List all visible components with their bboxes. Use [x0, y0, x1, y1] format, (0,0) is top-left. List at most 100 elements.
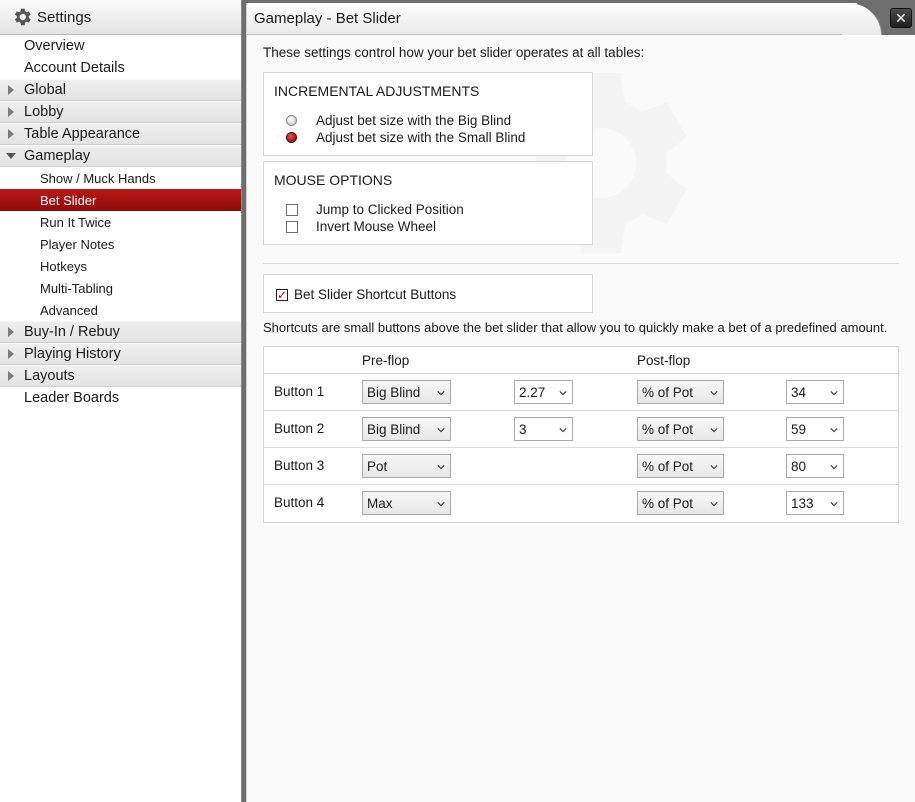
shortcut-toggle-box: ✓ Bet Slider Shortcut Buttons: [263, 274, 593, 313]
mouse-options-title: MOUSE OPTIONS: [274, 172, 393, 188]
sidebar-item-global[interactable]: Global: [0, 79, 241, 101]
expanded-arrow-icon[interactable]: [6, 153, 16, 159]
shortcut-table-header: Pre-flop Post-flop: [264, 347, 898, 374]
settings-nav: Overview Account Details Global Lobby Table …: [0, 35, 241, 409]
table-row: Button 3 Pot % of Pot 80: [264, 448, 898, 485]
postflop-value: 34: [791, 384, 807, 400]
sidebar-item-bet-slider[interactable]: Bet Slider: [0, 189, 241, 211]
sidebar-item-label: Bet Slider: [40, 192, 97, 208]
postflop-type-select[interactable]: % of Pot: [637, 491, 724, 515]
sidebar-header: Settings: [0, 0, 241, 35]
checkbox-invert-wheel[interactable]: Invert Mouse Wheel: [286, 219, 436, 234]
shortcut-table-body: Button 1 Big Blind 2.27% of Pot 34 Button 2B…: [264, 374, 898, 522]
preflop-type-value: Big Blind: [367, 421, 421, 437]
sidebar-item-gameplay[interactable]: Gameplay: [0, 145, 241, 167]
postflop-value-select[interactable]: 133: [786, 491, 844, 515]
close-icon: ✕: [895, 9, 907, 26]
checkbox-invert-indicator[interactable]: [286, 220, 298, 233]
sidebar-item-label: Multi-Tabling: [40, 280, 113, 296]
sidebar-item-table-appearance[interactable]: Table Appearance: [0, 123, 241, 145]
radio-big-blind[interactable]: Adjust bet size with the Big Blind: [286, 113, 511, 128]
preflop-type-select[interactable]: Big Blind: [362, 417, 451, 441]
sidebar-item-label: Account Details: [24, 60, 125, 76]
postflop-type-select[interactable]: % of Pot: [637, 454, 724, 478]
table-row: Button 1 Big Blind 2.27 % of Pot 34: [264, 374, 898, 411]
preflop-value: 3: [519, 421, 527, 437]
postflop-value: 133: [791, 495, 814, 511]
collapsed-arrow-icon[interactable]: [8, 107, 14, 117]
preflop-type-select[interactable]: Max: [362, 491, 451, 515]
preflop-type-select[interactable]: Pot: [362, 454, 451, 478]
sidebar-item-buy-in-rebuy[interactable]: Buy-In / Rebuy: [0, 321, 241, 343]
sidebar-item-label: Buy-In / Rebuy: [24, 324, 120, 340]
sidebar-item-label: Player Notes: [40, 236, 115, 252]
postflop-value: 59: [791, 421, 807, 437]
radio-big-blind-label: Adjust bet size with the Big Blind: [316, 113, 512, 128]
table-row: Button 2 Big Blind 3 % of Pot 59: [264, 411, 898, 448]
collapsed-arrow-icon[interactable]: [8, 129, 14, 139]
checkbox-jump-indicator[interactable]: [286, 203, 298, 216]
preflop-header: Pre-flop: [362, 353, 410, 368]
collapsed-arrow-icon[interactable]: [8, 349, 14, 359]
sidebar-item-label: Global: [24, 82, 66, 98]
sidebar-item-multi-tabling[interactable]: Multi-Tabling: [0, 277, 241, 299]
postflop-value-select[interactable]: 59: [786, 417, 844, 441]
postflop-value: 80: [791, 458, 807, 474]
postflop-type-value: % of Pot: [642, 495, 694, 511]
row-label: Button 4: [274, 495, 325, 510]
page-title: Gameplay - Bet Slider: [254, 10, 401, 27]
sidebar-item-leader-boards[interactable]: Leader Boards: [0, 387, 241, 409]
sidebar-item-label: Overview: [24, 38, 85, 54]
main-header: Gameplay - Bet Slider: [247, 3, 915, 35]
preflop-value: 2.27: [519, 384, 546, 400]
sidebar-item-label: Table Appearance: [24, 126, 141, 142]
row-label: Button 1: [274, 384, 325, 399]
postflop-value-select[interactable]: 80: [786, 454, 844, 478]
section-divider: [263, 263, 899, 264]
preflop-type-value: Pot: [367, 458, 388, 474]
sidebar-item-label: Run It Twice: [40, 214, 112, 230]
preflop-type-value: Max: [367, 495, 393, 511]
mouse-options-box: MOUSE OPTIONS Jump to Clicked Position I…: [263, 161, 593, 245]
checkbox-shortcut-buttons[interactable]: ✓ Bet Slider Shortcut Buttons: [276, 287, 456, 302]
sidebar-item-label: Lobby: [24, 104, 64, 120]
sidebar-item-account-details[interactable]: Account Details: [0, 57, 241, 79]
settings-sidebar: Settings Overview Account Details Global Lo…: [0, 0, 242, 802]
sidebar-item-label: Show / Muck Hands: [40, 170, 156, 186]
sidebar-item-player-notes[interactable]: Player Notes: [0, 233, 241, 255]
postflop-type-select[interactable]: % of Pot: [637, 380, 724, 404]
gear-icon: [11, 6, 33, 28]
sidebar-item-playing-history[interactable]: Playing History: [0, 343, 241, 365]
checkbox-jump-label: Jump to Clicked Position: [316, 202, 464, 217]
radio-big-blind-indicator[interactable]: [286, 115, 297, 126]
postflop-value-select[interactable]: 34: [786, 380, 844, 404]
sidebar-item-show-muck-hands[interactable]: Show / Muck Hands: [0, 167, 241, 189]
sidebar-item-hotkeys[interactable]: Hotkeys: [0, 255, 241, 277]
sidebar-title: Settings: [37, 8, 92, 26]
preflop-type-value: Big Blind: [367, 384, 421, 400]
shortcut-description: Shortcuts are small buttons above the be…: [263, 320, 888, 335]
checkbox-jump-to-clicked[interactable]: Jump to Clicked Position: [286, 202, 464, 217]
collapsed-arrow-icon[interactable]: [8, 371, 14, 381]
postflop-type-select[interactable]: % of Pot: [637, 417, 724, 441]
sidebar-item-label: Playing History: [24, 346, 121, 362]
sidebar-item-advanced[interactable]: Advanced: [0, 299, 241, 321]
preflop-value-select[interactable]: 2.27: [514, 380, 573, 404]
table-row: Button 4 Max % of Pot 133: [264, 485, 898, 522]
sidebar-item-layouts[interactable]: Layouts: [0, 365, 241, 387]
preflop-value-select[interactable]: 3: [514, 417, 573, 441]
postflop-type-value: % of Pot: [642, 458, 694, 474]
sidebar-item-lobby[interactable]: Lobby: [0, 101, 241, 123]
radio-small-blind-label: Adjust bet size with the Small Blind: [316, 130, 526, 145]
preflop-type-select[interactable]: Big Blind: [362, 380, 451, 404]
intro-text: These settings control how your bet slid…: [263, 45, 645, 60]
radio-small-blind-indicator[interactable]: [286, 132, 297, 143]
sidebar-item-overview[interactable]: Overview: [0, 35, 241, 57]
checkbox-shortcut-indicator[interactable]: ✓: [276, 288, 288, 301]
radio-small-blind[interactable]: Adjust bet size with the Small Blind: [286, 130, 525, 145]
sidebar-item-run-it-twice[interactable]: Run It Twice: [0, 211, 241, 233]
close-button[interactable]: ✕: [890, 8, 912, 28]
collapsed-arrow-icon[interactable]: [8, 327, 14, 337]
collapsed-arrow-icon[interactable]: [8, 85, 14, 95]
incremental-adjustments-box: INCREMENTAL ADJUSTMENTS Adjust bet size …: [263, 72, 593, 156]
